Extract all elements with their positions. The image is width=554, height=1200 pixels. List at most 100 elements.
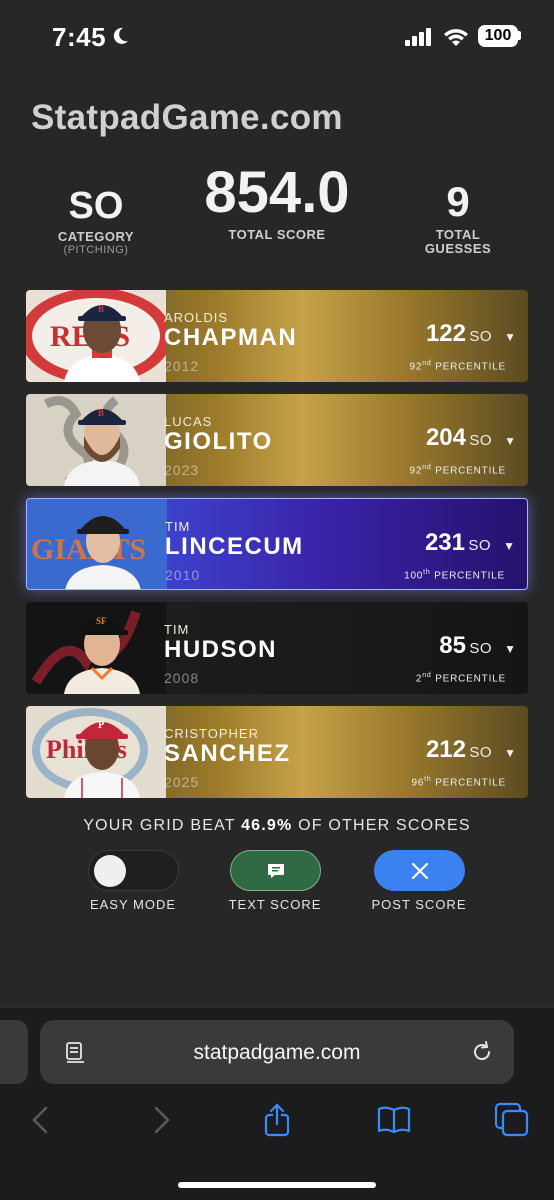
percentile-label: PERCENTILE <box>431 777 506 789</box>
category-stat: SO CATEGORY (PITCHING) <box>50 186 142 256</box>
toggle-knob <box>94 855 126 887</box>
battery-indicator: 100 <box>478 25 518 47</box>
guesses-label-2: GUESSES <box>424 241 492 256</box>
forward-icon[interactable] <box>142 1102 178 1138</box>
player-percentile: 2nd PERCENTILE <box>416 672 506 684</box>
player-year: 2010 <box>165 567 201 583</box>
expand-chevron-icon[interactable]: ▼ <box>504 330 516 344</box>
guesses-stat: 9 TOTAL GUESSES <box>412 180 504 256</box>
player-year: 2008 <box>164 670 200 686</box>
battery-tip <box>518 31 521 40</box>
grid-beat-text: YOUR GRID BEAT 46.9% OF OTHER SCORES <box>0 817 554 835</box>
category-label: CATEGORY <box>57 229 135 244</box>
svg-text:SF: SF <box>96 616 107 626</box>
percentile-label: PERCENTILE <box>431 465 506 477</box>
player-score-unit: SO <box>468 537 491 554</box>
category-sub: (PITCHING) <box>63 244 129 256</box>
player-avatar-icon: B <box>64 304 140 382</box>
player-score: 122 <box>425 320 466 347</box>
post-score-label: POST SCORE <box>371 897 467 912</box>
expand-chevron-icon[interactable]: ▼ <box>503 539 515 553</box>
x-logo-icon <box>411 862 428 879</box>
category-value: SO <box>68 185 124 227</box>
total-score-value: 854.0 <box>204 160 350 225</box>
text-score-button[interactable] <box>230 850 321 891</box>
player-score: 85 <box>439 632 466 659</box>
total-score-label: TOTAL SCORE <box>228 227 326 242</box>
player-first-name: LUCAS <box>164 414 213 429</box>
player-first-name: CRISTOPHER <box>164 726 259 741</box>
beat-suffix: OF OTHER SCORES <box>292 817 471 834</box>
player-last-name: LINCECUM <box>165 533 304 560</box>
percentile-suffix: nd <box>422 360 432 367</box>
expand-chevron-icon[interactable]: ▼ <box>504 746 516 760</box>
address-bar[interactable]: statpadgame.com <box>40 1020 514 1084</box>
player-year: 2012 <box>164 358 200 374</box>
player-percentile: 92nd PERCENTILE <box>410 464 507 476</box>
player-percentile: 92nd PERCENTILE <box>410 360 507 372</box>
percentile-suffix: th <box>424 776 432 783</box>
guesses-value: 9 <box>446 178 470 225</box>
player-score-unit: SO <box>469 640 492 657</box>
player-card-hudson[interactable]: SF TIM HUDSON 2008 85 SO ▼ 2nd PERCENTIL… <box>26 602 528 694</box>
beat-prefix: YOUR GRID BEAT <box>83 817 242 834</box>
player-last-name: SANCHEZ <box>164 740 291 767</box>
signal-icon <box>405 28 431 46</box>
player-score-unit: SO <box>469 744 492 761</box>
svg-text:B: B <box>98 304 104 314</box>
expand-chevron-icon[interactable]: ▼ <box>504 434 516 448</box>
share-icon[interactable] <box>259 1102 295 1138</box>
player-score: 204 <box>425 424 466 451</box>
percentile-number: 92 <box>409 361 423 373</box>
player-avatar-icon: P <box>64 720 140 798</box>
percentile-label: PERCENTILE <box>431 361 506 373</box>
tabs-icon[interactable] <box>494 1102 530 1138</box>
svg-text:B: B <box>98 408 104 418</box>
percentile-number: 96 <box>411 777 425 789</box>
percentile-label: PERCENTILE <box>431 673 506 685</box>
reload-icon[interactable] <box>470 1040 494 1064</box>
beat-value: 46.9% <box>241 817 293 834</box>
player-first-name: AROLDIS <box>164 310 229 325</box>
player-last-name: CHAPMAN <box>164 324 298 351</box>
player-avatar-icon <box>65 516 141 589</box>
player-avatar-icon: B <box>64 408 140 486</box>
player-score: 212 <box>425 736 466 763</box>
player-percentile: 100th PERCENTILE <box>404 569 505 581</box>
player-score: 231 <box>424 529 465 556</box>
player-percentile: 96th PERCENTILE <box>411 776 506 788</box>
home-indicator <box>178 1182 376 1188</box>
site-title: StatpadGame.com <box>31 98 343 137</box>
status-bar: 7:45 100 <box>0 0 554 76</box>
player-card-lincecum[interactable]: GIANTS TIM LINCECUM 2010 231 SO ▼ 100th … <box>26 498 528 590</box>
percentile-number: 92 <box>409 465 423 477</box>
total-score-stat: 854.0 TOTAL SCORE <box>176 162 378 242</box>
expand-chevron-icon[interactable]: ▼ <box>504 642 516 656</box>
back-icon[interactable] <box>24 1102 60 1138</box>
percentile-suffix: nd <box>422 672 432 679</box>
player-avatar-icon: SF <box>64 616 140 694</box>
previous-tab[interactable] <box>0 1020 28 1084</box>
bookmarks-icon[interactable] <box>376 1102 412 1138</box>
percentile-suffix: nd <box>422 464 432 471</box>
player-year: 2023 <box>164 462 200 478</box>
url-text: statpadgame.com <box>193 1041 361 1064</box>
text-score-label: TEXT SCORE <box>228 897 322 912</box>
svg-text:P: P <box>98 720 104 731</box>
player-card-chapman[interactable]: REDS B AROLDIS CHAPMAN 2012 122 SO ▼ 92n… <box>26 290 528 382</box>
percentile-suffix: th <box>423 569 431 576</box>
message-icon <box>267 863 284 878</box>
player-card-giolito[interactable]: B LUCAS GIOLITO 2023 204 SO ▼ 92nd PERCE… <box>26 394 528 486</box>
player-card-sanchez[interactable]: Phillies P CRISTOPHER SANCHEZ 2025 212 S… <box>26 706 528 798</box>
percentile-number: 100 <box>404 570 424 582</box>
moon-icon <box>113 27 128 44</box>
post-score-button[interactable] <box>374 850 465 891</box>
player-first-name: TIM <box>165 519 191 534</box>
easy-mode-toggle[interactable] <box>88 850 179 891</box>
player-score-unit: SO <box>469 432 492 449</box>
player-score-unit: SO <box>469 328 492 345</box>
easy-mode-label: EASY MODE <box>89 897 177 912</box>
player-year: 2025 <box>164 774 200 790</box>
wifi-icon <box>444 29 468 46</box>
percentile-label: PERCENTILE <box>430 570 505 582</box>
